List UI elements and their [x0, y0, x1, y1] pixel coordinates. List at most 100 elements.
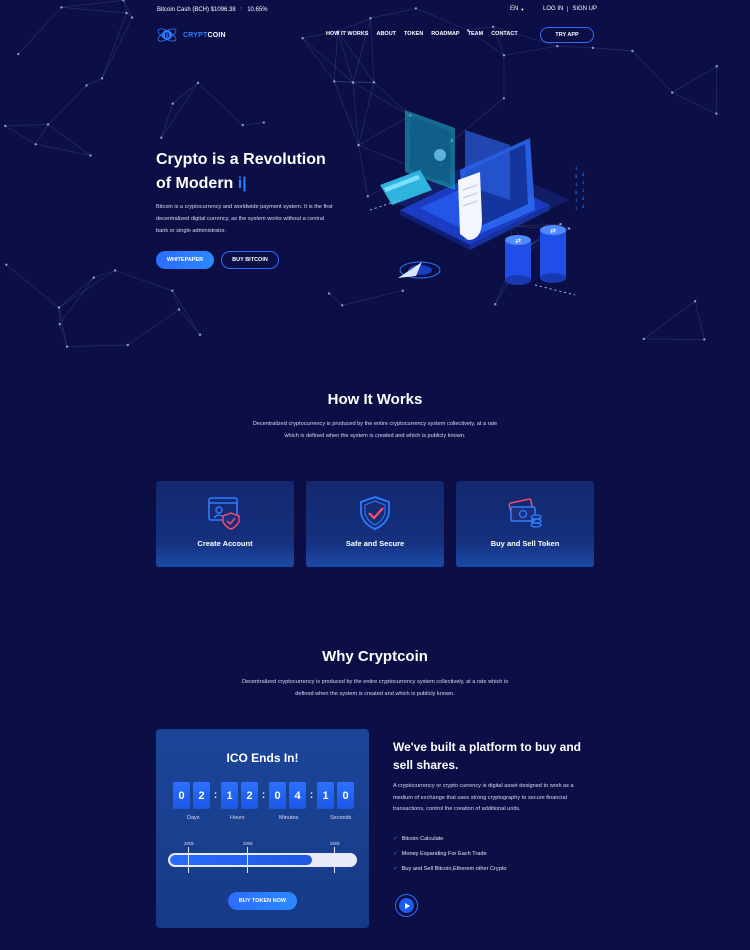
chevron-down-icon: ▼ — [520, 6, 525, 12]
check-icon: ✓ — [393, 866, 398, 872]
network-line — [178, 309, 201, 335]
typed-text: i| — [237, 175, 247, 192]
logo[interactable]: B CRYPTCOIN — [156, 24, 226, 46]
svg-text:0: 0 — [575, 190, 578, 195]
network-line — [58, 307, 68, 347]
network-line — [5, 124, 49, 127]
network-line — [59, 324, 68, 347]
network-node — [100, 77, 104, 80]
how-it-works-title: How It Works — [327, 391, 423, 408]
login-link[interactable]: LOG IN — [543, 6, 563, 12]
network-node — [502, 54, 506, 57]
network-node — [177, 308, 181, 311]
nav-item-roadmap[interactable]: ROADMAP — [431, 31, 459, 37]
network-line — [197, 82, 243, 126]
network-node — [631, 49, 634, 53]
network-line — [35, 143, 91, 156]
try-app-button[interactable]: TRY APP — [540, 27, 594, 43]
card-safe-and-secure[interactable]: Safe and Secure — [306, 481, 444, 567]
network-line — [93, 270, 116, 278]
svg-text:1: 1 — [575, 166, 578, 171]
countdown-digit: 2 — [241, 782, 258, 809]
network-node — [58, 322, 61, 326]
network-line — [172, 290, 201, 335]
top-bar: Bitcoin Cash (BCH) $1096.38 ↑ 10.65% EN … — [0, 0, 750, 18]
network-node — [340, 304, 344, 307]
countdown-digit: 4 — [289, 782, 306, 809]
play-video-button[interactable] — [395, 894, 418, 917]
network-node — [46, 123, 50, 126]
network-node — [113, 269, 117, 272]
network-line — [127, 309, 180, 346]
network-node — [327, 292, 331, 295]
card-buy-and-sell-token[interactable]: Buy and Sell Token — [456, 481, 594, 567]
countdown-digit: 0 — [173, 782, 190, 809]
network-line — [672, 65, 717, 93]
network-line — [161, 82, 199, 138]
nav-item-about[interactable]: ABOUT — [376, 31, 396, 37]
network-node — [198, 333, 202, 336]
network-node — [126, 343, 129, 347]
network-line — [35, 124, 49, 145]
buy-bitcoin-button[interactable]: BUY BITCOIN — [221, 251, 279, 269]
countdown-digit: 1 — [221, 782, 238, 809]
network-node — [89, 154, 92, 157]
network-line — [6, 264, 60, 308]
progress-tick-marker — [188, 847, 189, 873]
hero-title: Crypto is a Revolution of Modern i| — [156, 148, 356, 196]
price-ticker: Bitcoin Cash (BCH) $1096.38 ↑ 10.65% — [157, 6, 268, 13]
card-label: Safe and Secure — [345, 539, 405, 548]
svg-text:1: 1 — [582, 180, 585, 185]
ticker-change: 10.65% — [247, 6, 268, 13]
language-select[interactable]: EN ▼ — [510, 6, 524, 12]
svg-text:0: 0 — [582, 196, 585, 201]
svg-text:1: 1 — [575, 182, 578, 187]
network-line — [172, 82, 199, 104]
check-icon: ✓ — [393, 836, 398, 842]
svg-text:1: 1 — [582, 188, 585, 193]
network-line — [632, 50, 673, 93]
countdown-separator: : — [261, 790, 266, 801]
network-node — [4, 124, 7, 128]
nav-item-contact[interactable]: CONTACT — [491, 31, 517, 37]
unit-days: Days — [187, 815, 200, 821]
auth-links: LOG IN SIGN UP — [543, 6, 597, 12]
network-node — [17, 52, 20, 56]
shield-icon — [360, 496, 390, 530]
check-icon: ✓ — [393, 851, 398, 857]
whitepaper-button[interactable]: WHITEPAPER — [156, 251, 214, 269]
network-node — [693, 299, 697, 303]
network-line — [352, 82, 359, 146]
list-item: ✓ Bitcoin Calculate — [393, 836, 444, 842]
svg-text:0: 0 — [575, 174, 578, 179]
svg-text:⇄: ⇄ — [515, 237, 521, 245]
why-cryptcoin-text: Decentralized cryptocurrency is produced… — [241, 679, 509, 697]
signup-link[interactable]: SIGN UP — [572, 6, 597, 12]
buy-token-button[interactable]: BUY TOKEN NOW — [228, 892, 297, 910]
hero-description: Bitcoin is a cryptocurrency and worldwid… — [156, 204, 333, 234]
card-label: Buy and Sell Token — [490, 539, 560, 548]
feature-list: ✓ Bitcoin Calculate ✓ Money Expanding For … — [393, 832, 506, 877]
money-icon — [508, 498, 542, 528]
network-line — [47, 124, 91, 156]
logo-text: CRYPTCOIN — [183, 31, 226, 39]
platform-description: A cryptocurrency or crypto currency is d… — [393, 783, 574, 812]
nav-item-token[interactable]: TOKEN — [404, 31, 423, 37]
network-line — [58, 270, 116, 308]
nav-menu: HOW IT WORKS ABOUT TOKEN ROADMAP TEAM CO… — [326, 31, 518, 37]
svg-text:0: 0 — [582, 172, 585, 177]
network-node — [85, 84, 88, 87]
ico-countdown-panel: ICO Ends In! 0 2 : 1 2 : 0 4 : 1 0 Days … — [156, 729, 369, 928]
network-line — [328, 293, 343, 306]
hero-illustration: ⇄ ⇄ 101011 01100 — [369, 110, 585, 296]
bitcoin-logo-icon: B — [157, 28, 177, 42]
progress-fill — [170, 855, 312, 865]
nav-item-team[interactable]: TEAM — [468, 31, 484, 37]
network-node — [262, 121, 265, 124]
network-node — [5, 263, 8, 266]
nav-item-how-it-works[interactable]: HOW IT WORKS — [326, 31, 368, 37]
network-node — [703, 338, 706, 341]
card-create-account[interactable]: Create Account — [156, 481, 294, 567]
card-label: Create Account — [197, 539, 253, 548]
network-line — [58, 277, 95, 308]
